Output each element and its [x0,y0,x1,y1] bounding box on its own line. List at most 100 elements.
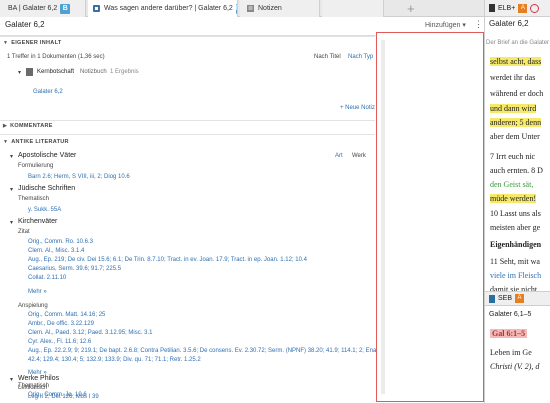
tab-label: BA | Galater 6,2 [8,5,58,12]
book-icon [92,4,101,13]
verse-line: und dann wird [490,104,537,113]
divider [0,36,375,37]
divider [0,134,375,135]
tab-notizen[interactable]: Notizen [240,0,320,17]
tab-empty[interactable] [322,0,384,17]
collapse-triangle-icon: ▼ [3,139,9,145]
verse-line: aber dem Unter [490,132,540,141]
tab-badge: A [515,294,525,303]
group-title[interactable]: Kirchenväter [18,218,57,225]
search-input[interactable]: Galater 6,2 [5,20,45,29]
group-title[interactable]: Werke Philos [18,375,59,382]
reference-line[interactable]: Caesarius, Serm. 39.6; 91.7; 225.5 [28,266,121,272]
bible-tab-2[interactable]: SEB A [485,291,550,306]
section-kommentare[interactable]: ▶ KOMMENTARE [3,123,53,129]
book-subtitle: Der Brief an die Galater [486,40,550,46]
doc-count: 1 Ergebnis [110,69,139,75]
collapse-triangle-icon: ▼ [3,40,9,46]
reference-line[interactable]: Clem. Al., Paed. 3.12; Paed. 3.12.95; Mi… [28,330,152,336]
pericope-heading: Eigenhändigen [490,240,542,249]
tab-badge: B [60,3,71,14]
verse-line: viele im Fleisch [490,271,542,280]
verse-line: werdet ihr das [490,73,536,82]
bible-reference[interactable]: Galater 6,2 [489,19,529,28]
reference-line[interactable]: y. Sukk. 55A [28,207,61,213]
reference-line[interactable]: 42.4; 129.4; 130.4; 5; 132.9; 133.9; Div… [28,357,201,363]
bible-text-panel: ELB+ A Galater 6,2 Der Brief an die Gala… [484,0,550,403]
reference-line[interactable]: Leg II 2; Det 126; Mos I 39 [28,394,99,400]
group-subtitle: Formulierung [18,163,54,169]
doc-name[interactable]: Kernbotschaft [37,69,74,75]
verse-line: 7 Irrt euch nic [490,152,536,161]
collapse-triangle-icon[interactable]: ▾ [10,153,13,160]
book-icon [489,294,495,303]
reference-line[interactable]: Cyr. Alex., Fl. 11.6; 12.6 [28,339,91,345]
collapse-triangle-icon[interactable]: ▾ [10,186,13,193]
reference-line[interactable]: Ambr., De offic. 3.22.129 [28,321,94,327]
verse-line: Christi (V. 2), d [490,362,540,371]
reference-line[interactable]: Orig., Comm. Matt. 14.16; 25 [28,312,105,318]
verse-line: den Geist sät, [490,180,534,189]
add-button[interactable]: Hinzufügen ▾ [425,21,466,29]
verse-line: 11 Seht, mit wa [490,257,540,266]
notebook-icon [26,68,33,76]
sort-by-art-link[interactable]: Art [335,153,343,159]
tab-was-sagen-andere[interactable]: Was sagen andere darüber? | Galater 6,2 … [88,0,238,17]
reference-line[interactable]: Orig., Comm. Ro. 10.6.3 [28,239,93,245]
section-antike-literatur[interactable]: ▼ ANTIKE LITERATUR [3,139,69,145]
bible-tab-label: ELB+ [498,4,516,12]
group-subtitle: Lexikalisch [18,385,48,391]
blank-popup-panel[interactable] [376,32,484,402]
results-panel: Galater 6,2 ▼ EIGENER INHALT 1 Treffer i… [0,17,413,403]
reference-line[interactable]: Clem. Al., Misc. 3.1.4 [28,248,84,254]
more-link[interactable]: Mehr » [28,289,47,295]
book-icon [489,4,495,12]
verse-line: müde werden! [490,194,536,203]
verse-line: während er doch [490,89,544,98]
tab-label: Notizen [258,5,282,12]
sort-by-type-link[interactable]: Nach Typ [348,54,373,60]
bible-reference[interactable]: Galater 6,1–5 [489,311,531,318]
chevron-down-icon: ▾ [462,22,466,29]
reference-line[interactable]: Aug., Ep. 22.2.9; 9; 219.1; De bapt. 2.6… [28,348,413,354]
add-button-label: Hinzufügen [425,22,461,29]
sync-icon[interactable] [530,3,540,13]
tab-ba-galater[interactable]: BA | Galater 6,2 B [0,0,86,17]
collapse-triangle-icon[interactable]: ▾ [10,376,13,383]
new-tab-plus-icon[interactable]: + [407,1,415,16]
section-eigener-inhalt[interactable]: ▼ EIGENER INHALT [3,40,62,46]
tab-bar: BA | Galater 6,2 B Was sagen andere darü… [0,0,550,17]
verse-line: 10 Lasst uns als [490,209,541,218]
hits-count: 1 Treffer in 1 Dokumenten (1,36 sec) [7,54,105,60]
divider [0,120,375,121]
pericope-ref: Gal 6:1–5 [490,329,528,338]
section-title: ANTIKE LITERATUR [11,139,69,145]
new-note-link[interactable]: + Neue Notiz [340,105,375,111]
group-title[interactable]: Jüdische Schriften [18,185,75,192]
section-title: EIGENER INHALT [11,40,62,46]
verse-line: meisten aber ge [490,223,541,232]
bible-tab[interactable]: ELB+ A [485,0,550,17]
sort-by-werk-link[interactable]: Werk [352,153,366,159]
collapse-triangle-icon[interactable]: ▾ [18,69,21,76]
sort-by-title-link[interactable]: Nach Titel [314,54,341,60]
scrollbar[interactable] [381,40,385,394]
group-subtitle: Anspielung [18,303,48,309]
verse-line: selbst acht, dass [490,57,542,66]
tab-label: Was sagen andere darüber? | Galater 6,2 [104,5,233,12]
expand-triangle-icon: ▶ [3,123,8,129]
reference-line[interactable]: Collat. 2.11.10 [28,275,66,281]
search-row: Galater 6,2 [0,17,384,36]
group-subtitle: Thematisch [18,196,50,202]
verse-line: auch ernten. 8 D [490,166,543,175]
verse-ref-link[interactable]: Galater 6,2 [33,89,63,95]
group-title[interactable]: Apostolische Väter [18,152,76,159]
tab-badge: A [518,3,528,13]
reference-line[interactable]: Aug., Ep. 219; De civ. Dei 15.6; 6.1; De… [28,257,307,263]
tab-badge: B [235,3,237,14]
group-subtitle: Zitat [18,229,30,235]
more-menu-icon[interactable]: ⋮ [474,19,483,30]
reference-line[interactable]: Barn 2.6; Herm, S VIII, iii, 2; Diog 10.… [28,174,130,180]
collapse-triangle-icon[interactable]: ▾ [10,219,13,226]
bible-tab-label: SEB [498,295,513,302]
